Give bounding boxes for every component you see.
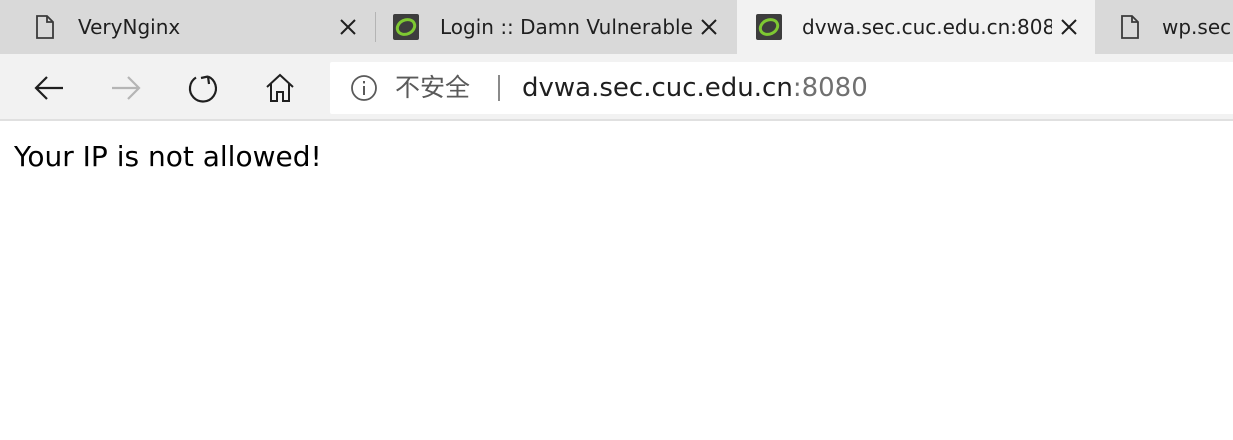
navigation-bar: 不安全 dvwa.sec.cuc.edu.cn:8080: [0, 54, 1233, 121]
security-warning-label[interactable]: 不安全: [395, 73, 470, 103]
tab-dvwa-active[interactable]: dvwa.sec.cuc.edu.cn:8080: [737, 0, 1095, 54]
url-port: :8080: [792, 73, 868, 103]
url-text[interactable]: dvwa.sec.cuc.edu.cn:8080: [522, 72, 868, 104]
page-icon: [1121, 15, 1139, 39]
dvwa-favicon-icon: [393, 14, 419, 40]
tab-title: dvwa.sec.cuc.edu.cn:8080: [802, 15, 1052, 39]
close-icon[interactable]: [697, 15, 721, 39]
close-icon[interactable]: [1057, 15, 1081, 39]
home-button[interactable]: [258, 66, 302, 110]
info-icon[interactable]: [350, 74, 378, 102]
address-bar[interactable]: 不安全 dvwa.sec.cuc.edu.cn:8080: [330, 62, 1233, 114]
back-arrow-icon: [34, 76, 63, 100]
dvwa-favicon-icon: [756, 14, 782, 40]
back-button[interactable]: [27, 66, 71, 110]
close-icon[interactable]: [336, 15, 360, 39]
refresh-icon: [188, 75, 218, 103]
forward-arrow-icon: [112, 76, 141, 100]
page-icon: [36, 15, 54, 39]
tab-verynginx[interactable]: VeryNginx: [0, 0, 375, 54]
address-divider: [498, 75, 500, 101]
url-host: dvwa.sec.cuc.edu.cn: [522, 73, 793, 103]
tab-title: wp.sec.cuc.edu.cn: [1162, 15, 1233, 39]
tab-title: Login :: Damn Vulnerable Web: [440, 15, 700, 39]
tab-wp[interactable]: wp.sec.cuc.edu.cn: [1095, 0, 1233, 54]
refresh-button[interactable]: [181, 66, 225, 110]
page-message: Your IP is not allowed!: [14, 140, 322, 173]
tab-title: VeryNginx: [78, 15, 181, 39]
home-icon: [266, 73, 294, 102]
tab-dvwa-login[interactable]: Login :: Damn Vulnerable Web: [362, 0, 737, 54]
forward-button[interactable]: [104, 66, 148, 110]
tab-bar: VeryNginx Login :: Damn Vulnerable Web d…: [0, 0, 1233, 54]
